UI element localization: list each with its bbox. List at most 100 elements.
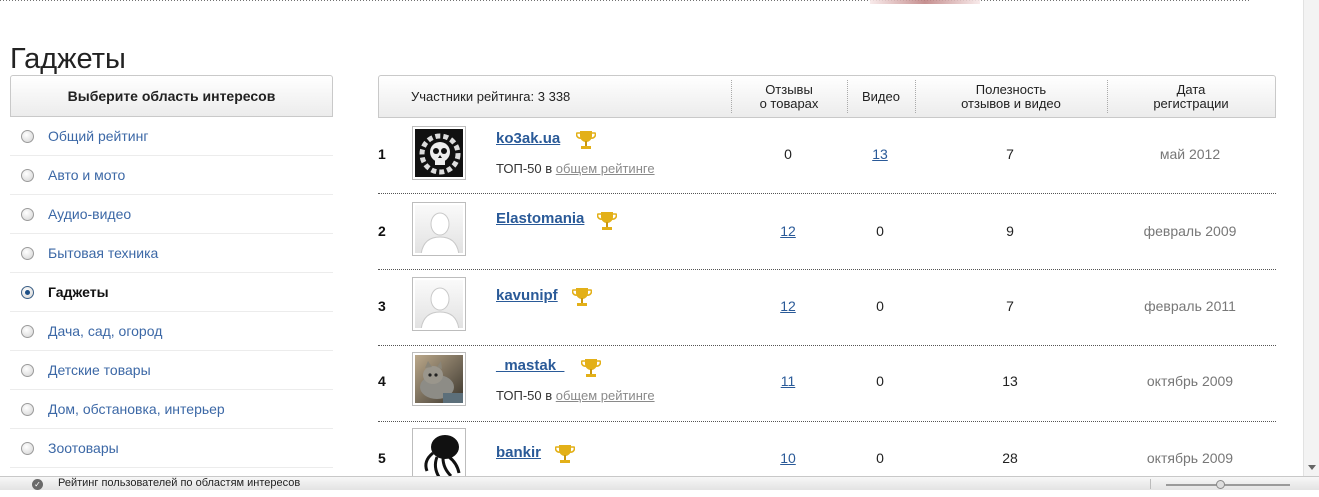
usefulness-count: 13 xyxy=(1002,373,1018,389)
header-useful-line1: Полезность xyxy=(975,81,1047,97)
radio-button[interactable] xyxy=(21,363,34,377)
sidebar-item-label[interactable]: Авто и мото xyxy=(48,167,125,183)
sidebar-item-label[interactable]: Зоотовары xyxy=(48,440,119,456)
username-link[interactable]: Elastomania xyxy=(496,210,584,227)
radio-button-selected[interactable] xyxy=(21,285,34,299)
sidebar-heading: Выберите область интересов xyxy=(10,75,333,117)
sidebar-item-label[interactable]: Дом, обстановка, интерьер xyxy=(48,401,225,417)
header-registration-date[interactable]: Дата регистрации xyxy=(1107,76,1275,117)
trophy-icon xyxy=(581,359,601,377)
usefulness-count: 9 xyxy=(1006,223,1014,239)
reviews-count-link[interactable]: 12 xyxy=(730,223,846,239)
avatar[interactable] xyxy=(412,126,466,180)
table-header: Участники рейтинга: 3 338 Отзывы о товара… xyxy=(378,75,1276,118)
registration-date: май 2012 xyxy=(1159,146,1221,162)
header-date-line1: Дата xyxy=(1176,81,1206,97)
radio-button[interactable] xyxy=(21,168,34,182)
zoom-slider-handle[interactable] xyxy=(1216,480,1225,489)
interest-sidebar: Выберите область интересов Общий рейтинг… xyxy=(10,75,333,468)
sidebar-item-appliances[interactable]: Бытовая техника xyxy=(10,234,333,273)
registration-date: октябрь 2009 xyxy=(1146,450,1234,466)
header-useful-line2: отзывов и видео xyxy=(961,95,1061,111)
registration-date: октябрь 2009 xyxy=(1146,373,1234,389)
username-link[interactable]: kavunipf xyxy=(496,287,558,304)
sidebar-item-gadgets[interactable]: Гаджеты xyxy=(10,273,333,312)
registration-date: февраль 2009 xyxy=(1143,223,1237,239)
avatar[interactable] xyxy=(412,352,466,406)
videos-count: 0 xyxy=(876,223,884,239)
top50-note: ТОП-50 в общем рейтинге xyxy=(496,161,655,176)
sidebar-item-auto[interactable]: Авто и мото xyxy=(10,156,333,195)
radio-button[interactable] xyxy=(21,129,34,143)
trophy-icon xyxy=(576,131,596,149)
avatar[interactable] xyxy=(412,277,466,331)
sidebar-item-home[interactable]: Дом, обстановка, интерьер xyxy=(10,390,333,429)
rank-number: 2 xyxy=(378,223,386,239)
sidebar-item-audio-video[interactable]: Аудио-видео xyxy=(10,195,333,234)
sidebar-item-general[interactable]: Общий рейтинг xyxy=(10,117,333,156)
radio-button[interactable] xyxy=(21,324,34,338)
general-rating-link[interactable]: общем рейтинге xyxy=(556,161,655,176)
avatar[interactable] xyxy=(412,202,466,256)
table-row: 3 kavunipf 12 0 7 февраль 2011 xyxy=(378,270,1276,346)
general-rating-link[interactable]: общем рейтинге xyxy=(556,388,655,403)
header-date-line2: регистрации xyxy=(1153,95,1229,111)
sidebar-item-label[interactable]: Гаджеты xyxy=(48,284,109,300)
reviews-count: 0 xyxy=(784,146,792,162)
trophy-icon xyxy=(572,288,592,306)
sidebar-item-label[interactable]: Бытовая техника xyxy=(48,245,158,261)
sidebar-item-label[interactable]: Детские товары xyxy=(48,362,151,378)
table-row: 1 ko3ak.ua ТОП-50 в общем рейтинге 0 13 … xyxy=(378,118,1276,194)
table-row: 4 _mastak_ ТОП-50 в общем рейтинге 11 0 … xyxy=(378,346,1276,422)
radio-button[interactable] xyxy=(21,246,34,260)
check-icon: ✓ xyxy=(32,479,43,490)
header-members: Участники рейтинга: 3 338 xyxy=(411,88,571,104)
videos-count: 0 xyxy=(876,450,884,466)
videos-count-link[interactable]: 13 xyxy=(846,146,914,162)
sidebar-item-pets[interactable]: Зоотовары xyxy=(10,429,333,468)
reviews-count-link[interactable]: 10 xyxy=(730,450,846,466)
trophy-icon xyxy=(597,212,617,230)
header-usefulness[interactable]: Полезность отзывов и видео xyxy=(915,76,1107,117)
sidebar-item-label[interactable]: Общий рейтинг xyxy=(48,128,148,144)
header-reviews-line2: о товарах xyxy=(759,95,819,111)
username-link[interactable]: _mastak_ xyxy=(496,357,564,374)
videos-count: 0 xyxy=(876,373,884,389)
rank-number: 3 xyxy=(378,298,386,314)
rank-number: 1 xyxy=(378,146,386,162)
avatar[interactable] xyxy=(412,428,466,482)
usefulness-count: 7 xyxy=(1006,298,1014,314)
sidebar-item-garden[interactable]: Дача, сад, огород xyxy=(10,312,333,351)
sidebar-item-label[interactable]: Аудио-видео xyxy=(48,206,131,222)
trophy-icon xyxy=(555,445,575,463)
header-reviews-line1: Отзывы xyxy=(765,81,813,97)
rating-table: Участники рейтинга: 3 338 Отзывы о товара… xyxy=(378,75,1276,482)
top50-prefix: ТОП-50 в xyxy=(496,388,553,403)
radio-button[interactable] xyxy=(21,441,34,455)
reviews-count-link[interactable]: 11 xyxy=(730,373,846,389)
scroll-down-arrow-icon[interactable] xyxy=(1308,465,1316,470)
usefulness-count: 7 xyxy=(1006,146,1014,162)
top50-prefix: ТОП-50 в xyxy=(496,161,553,176)
header-videos[interactable]: Видео xyxy=(847,76,915,117)
username-link[interactable]: ko3ak.ua xyxy=(496,130,560,147)
header-reviews[interactable]: Отзывы о товарах xyxy=(731,76,847,117)
page-title: Гаджеты xyxy=(10,43,126,76)
top50-note: ТОП-50 в общем рейтинге xyxy=(496,388,655,403)
username-link[interactable]: bankir xyxy=(496,444,541,461)
sidebar-item-label[interactable]: Дача, сад, огород xyxy=(48,323,162,339)
status-bar: ✓ Рейтинг пользователей по областям инте… xyxy=(0,476,1319,490)
radio-button[interactable] xyxy=(21,402,34,416)
vertical-scrollbar[interactable] xyxy=(1303,0,1319,476)
sidebar-item-kids[interactable]: Детские товары xyxy=(10,351,333,390)
interest-list: Общий рейтинг Авто и мото Аудио-видео Бы… xyxy=(10,117,333,468)
radio-button[interactable] xyxy=(21,207,34,221)
rank-number: 4 xyxy=(378,373,386,389)
rank-number: 5 xyxy=(378,450,386,466)
zoom-slider-track[interactable] xyxy=(1166,484,1290,486)
top-border xyxy=(0,0,1250,4)
videos-count: 0 xyxy=(876,298,884,314)
decorative-splash xyxy=(870,0,980,4)
reviews-count-link[interactable]: 12 xyxy=(730,298,846,314)
status-text: Рейтинг пользователей по областям интере… xyxy=(58,477,301,489)
